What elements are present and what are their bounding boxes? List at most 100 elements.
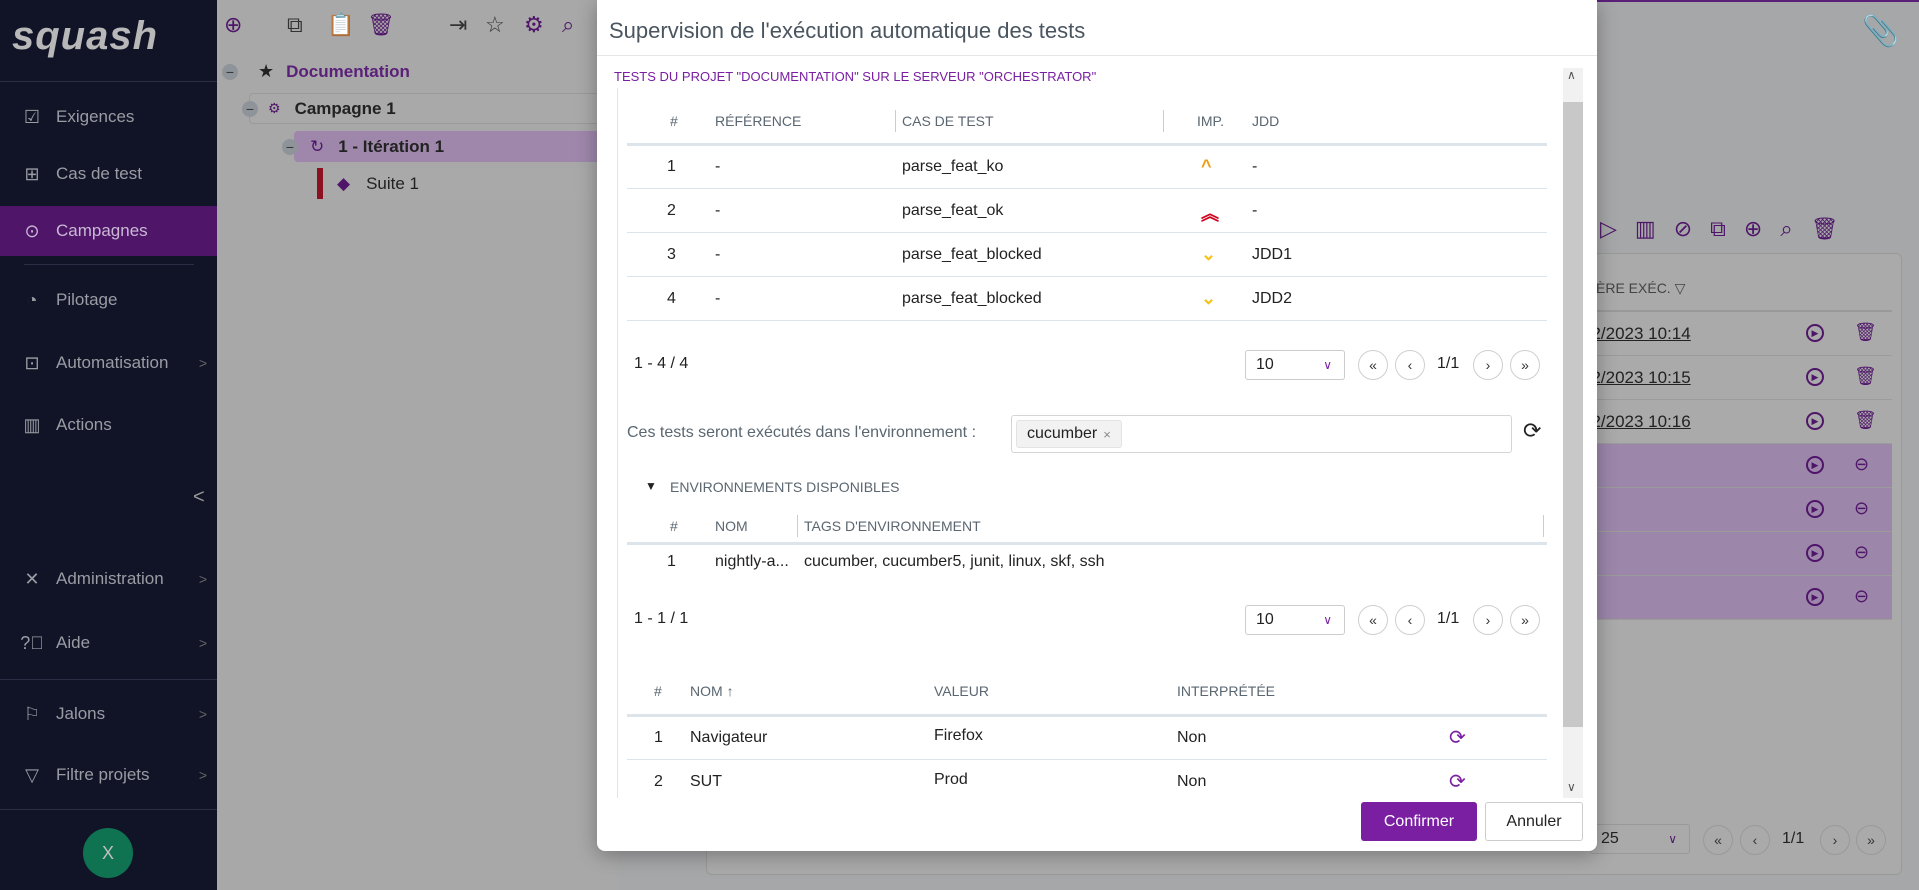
scroll-up-icon[interactable]: ∧ <box>1567 68 1576 82</box>
sidebar-item-filtre-projets[interactable]: ▽ Filtre projets > <box>0 751 217 799</box>
trash-icon[interactable]: 🗑 <box>1854 366 1877 387</box>
copy-select-icon[interactable]: ⧉ <box>1710 216 1726 242</box>
trash-icon[interactable]: 🗑 <box>1854 410 1877 431</box>
scrollbar-thumb[interactable] <box>1563 102 1583 727</box>
column-resizer[interactable] <box>1543 515 1544 537</box>
play-icon[interactable]: ▶ <box>1806 588 1824 606</box>
table-row[interactable]: 12/2023 10:14 ▶ 🗑 <box>1582 312 1892 356</box>
next-page-button[interactable]: › <box>1473 605 1503 635</box>
table-row[interactable]: ▶ ⊖ <box>1582 576 1892 620</box>
last-page-button[interactable]: » <box>1856 825 1886 855</box>
env-section-title[interactable]: ENVIRONNEMENTS DISPONIBLES <box>670 479 900 495</box>
refresh-icon[interactable]: ⟳ <box>1523 418 1541 444</box>
next-page-button[interactable]: › <box>1473 350 1503 380</box>
table-row[interactable]: 1 nightly-a... cucumber, cucumber5, juni… <box>597 550 1547 578</box>
column-header-interpreted[interactable]: INTERPRÉTÉE <box>1177 683 1275 699</box>
play-icon[interactable]: ▶ <box>1806 324 1824 342</box>
add-icon[interactable]: ⊕ <box>1744 216 1762 242</box>
page-size-select[interactable]: 10 ∨ <box>1245 605 1345 635</box>
cell-last-exec[interactable]: 12/2023 10:15 <box>1582 368 1691 388</box>
tree-node-project[interactable]: − ★ Documentation <box>222 61 410 82</box>
column-header-last-exec[interactable]: NIÈRE EXÉC. ▽ <box>1582 280 1685 297</box>
sidebar-item-exigences[interactable]: ☑ Exigences <box>0 93 217 141</box>
trash-icon[interactable]: 🗑 <box>367 12 395 38</box>
environment-tags-input[interactable]: cucumber × <box>1011 415 1512 453</box>
trash-icon[interactable]: 🗑 <box>1854 322 1877 343</box>
first-page-button[interactable]: « <box>1358 350 1388 380</box>
table-row[interactable]: 2 - parse_feat_ok ︽ - <box>597 189 1547 233</box>
column-header-importance[interactable]: IMP. <box>1197 113 1224 129</box>
remove-icon[interactable]: ⊖ <box>1854 454 1869 475</box>
table-row[interactable]: ▶ ⊖ <box>1582 532 1892 576</box>
table-row[interactable]: 12/2023 10:16 ▶ 🗑 <box>1582 400 1892 444</box>
avatar[interactable]: X <box>83 828 133 878</box>
tag-add-icon[interactable]: ⊘ <box>1674 216 1692 242</box>
tree-node-iteration[interactable]: − ↻ 1 - Itération 1 <box>282 131 634 162</box>
add-icon[interactable]: ⊕ <box>224 12 242 38</box>
collapse-triangle-icon[interactable]: ▼ <box>645 479 657 493</box>
search-icon[interactable]: ⌕ <box>1780 216 1792 242</box>
run-settings-icon[interactable]: ▷ <box>1600 216 1617 242</box>
sidebar-item-pilotage[interactable]: ◔ Pilotage <box>0 276 217 324</box>
columns-icon[interactable]: ▥ <box>1635 216 1656 242</box>
sidebar-item-jalons[interactable]: ⚐ Jalons > <box>0 690 217 738</box>
export-icon[interactable]: ⇥ <box>449 12 467 38</box>
remove-icon[interactable]: ⊖ <box>1854 542 1869 563</box>
sidebar-item-administration[interactable]: ✕ Administration > <box>0 555 217 603</box>
column-resizer[interactable] <box>895 110 896 132</box>
next-page-button[interactable]: › <box>1820 825 1850 855</box>
table-row[interactable]: ▶ ⊖ <box>1582 444 1892 488</box>
collapse-icon[interactable]: − <box>282 138 298 155</box>
play-icon[interactable]: ▶ <box>1806 368 1824 386</box>
tree-node-campaign[interactable]: − ⚙ Campagne 1 <box>242 93 629 124</box>
remove-icon[interactable]: ⊖ <box>1854 586 1869 607</box>
copy-icon[interactable]: ⧉ <box>287 12 303 38</box>
play-icon[interactable]: ▶ <box>1806 456 1824 474</box>
collapse-sidebar-button[interactable]: < <box>193 486 205 509</box>
collapse-icon[interactable]: − <box>222 63 238 80</box>
sidebar-item-campagnes[interactable]: ⊙ Campagnes <box>0 206 217 256</box>
prev-page-button[interactable]: ‹ <box>1740 825 1770 855</box>
column-resizer[interactable] <box>797 515 798 537</box>
cancel-button[interactable]: Annuler <box>1485 802 1583 841</box>
play-icon[interactable]: ▶ <box>1806 412 1824 430</box>
column-header-name[interactable]: NOM <box>715 518 748 534</box>
remove-icon[interactable]: ⊖ <box>1854 498 1869 519</box>
cell-last-exec[interactable]: 12/2023 10:14 <box>1582 324 1691 344</box>
collapse-icon[interactable]: − <box>242 100 258 117</box>
table-row[interactable]: 1 Navigateur Firefox Non ⟳ <box>597 716 1547 760</box>
scroll-down-icon[interactable]: ∨ <box>1567 780 1576 794</box>
paste-icon[interactable]: 📋 <box>327 12 354 38</box>
table-row[interactable]: ▶ ⊖ <box>1582 488 1892 532</box>
table-row[interactable]: 3 - parse_feat_blocked ⌄ JDD1 <box>597 233 1547 277</box>
column-resizer[interactable] <box>1163 110 1164 132</box>
tree-node-suite[interactable]: ◆ Suite 1 <box>317 168 637 199</box>
first-page-button[interactable]: « <box>1358 605 1388 635</box>
column-header-reference[interactable]: RÉFÉRENCE <box>715 113 801 129</box>
column-header-jdd[interactable]: JDD <box>1252 113 1279 129</box>
table-row[interactable]: 12/2023 10:15 ▶ 🗑 <box>1582 356 1892 400</box>
first-page-button[interactable]: « <box>1703 825 1733 855</box>
sidebar-item-cas-de-test[interactable]: ⊞ Cas de test <box>0 150 217 198</box>
column-header-tags[interactable]: TAGS D'ENVIRONNEMENT <box>804 518 981 534</box>
refresh-icon[interactable]: ⟳ <box>1449 769 1466 794</box>
sidebar-item-automatisation[interactable]: ⊡ Automatisation > <box>0 339 217 387</box>
gear-icon[interactable]: ⚙ <box>524 12 544 38</box>
column-header-value[interactable]: VALEUR <box>934 683 989 699</box>
page-size-select[interactable]: 25 ∨ <box>1590 824 1690 854</box>
confirm-button[interactable]: Confirmer <box>1361 802 1477 841</box>
play-icon[interactable]: ▶ <box>1806 544 1824 562</box>
remove-chip-icon[interactable]: × <box>1103 427 1111 442</box>
last-page-button[interactable]: » <box>1510 605 1540 635</box>
column-header-name[interactable]: NOM ↑ <box>690 683 734 699</box>
sidebar-item-actions[interactable]: ▥ Actions <box>0 401 217 449</box>
play-icon[interactable]: ▶ <box>1806 500 1824 518</box>
trash-icon[interactable]: 🗑 <box>1811 216 1839 242</box>
prev-page-button[interactable]: ‹ <box>1395 605 1425 635</box>
last-page-button[interactable]: » <box>1510 350 1540 380</box>
table-row[interactable]: 4 - parse_feat_blocked ⌄ JDD2 <box>597 277 1547 321</box>
cell-last-exec[interactable]: 12/2023 10:16 <box>1582 412 1691 432</box>
refresh-icon[interactable]: ⟳ <box>1449 725 1466 750</box>
table-row[interactable]: 2 SUT Prod Non ⟳ <box>597 760 1547 804</box>
paperclip-icon[interactable]: 📎 <box>1862 14 1899 49</box>
